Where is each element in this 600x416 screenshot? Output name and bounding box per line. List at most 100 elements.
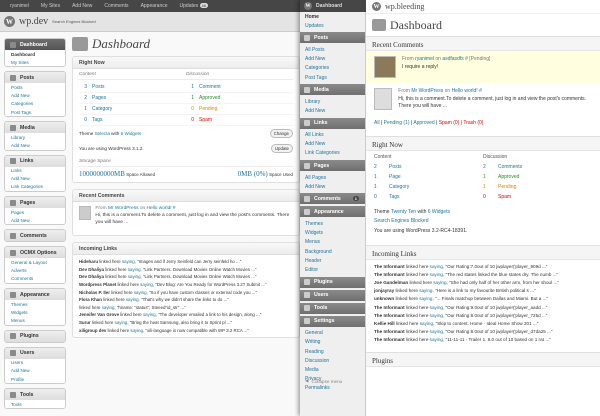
stat-label-link[interactable]: Tags — [92, 117, 103, 123]
menu-updates[interactable]: Updates — [300, 21, 365, 30]
stat-count[interactable]: 2 — [79, 95, 87, 101]
link-author[interactable]: The Informant — [374, 264, 405, 269]
submenu-widgets[interactable]: Widgets — [5, 308, 65, 317]
saying-link[interactable]: saying, — [128, 274, 142, 279]
saying-link[interactable]: saying, — [430, 329, 445, 334]
storage-used-value[interactable]: 0MB (0%) — [238, 170, 268, 178]
menu-appearance[interactable]: Appearance — [300, 206, 365, 218]
link-author[interactable]: Jennifer Van Grove — [79, 312, 119, 317]
stat-count[interactable]: 1 — [186, 95, 194, 101]
link-author[interactable]: The Informant — [374, 337, 405, 342]
stat-label-link[interactable]: Posts — [389, 164, 402, 170]
submenu-dashboard[interactable]: Dashboard — [5, 50, 65, 59]
submenu-general-layout[interactable]: General & Layout — [5, 258, 65, 267]
submenu-tools[interactable]: Tools — [5, 400, 65, 409]
comment-post-link[interactable]: asdfasdfs — [442, 56, 463, 62]
menu-comments[interactable]: Comments 1 — [300, 193, 365, 205]
stat-count[interactable]: 0 — [186, 106, 194, 112]
submenu-widgets[interactable]: Widgets — [300, 229, 365, 238]
search-engines-blocked-link[interactable]: Search Engines Blocked — [374, 218, 428, 224]
submenu-discussion[interactable]: Discussion — [300, 356, 365, 365]
comment-author-link[interactable]: ryanimel — [415, 56, 434, 62]
link-author[interactable]: Dev Dhaliya — [79, 274, 104, 279]
submenu-permalinks[interactable]: Permalinks — [300, 384, 365, 393]
admin-appearance-link[interactable]: Appearance — [141, 3, 168, 9]
stat-label-link[interactable]: Category — [389, 184, 409, 190]
admin-updates-link[interactable]: Updates 46 — [180, 3, 208, 9]
change-theme-button[interactable]: Change — [269, 129, 293, 138]
submenu-menus[interactable]: Menus — [5, 316, 65, 325]
menu-plugins[interactable]: Plugins — [300, 276, 365, 288]
theme-link[interactable]: Twenty Ten — [391, 209, 416, 215]
submenu-posts[interactable]: Posts — [5, 83, 65, 92]
menu-links[interactable]: Links — [5, 155, 65, 167]
stat-label-link[interactable]: Pending — [199, 106, 217, 112]
saying-link[interactable]: saying, — [115, 320, 129, 325]
search-engines-blocked-link[interactable]: Search Engines Blocked — [52, 19, 96, 24]
link-author[interactable]: Kellie Hill — [374, 321, 395, 326]
menu-pages[interactable]: Pages — [300, 160, 365, 172]
menu-dashboard[interactable]: Dashboard — [5, 39, 65, 50]
submenu-add-new[interactable]: Add New — [5, 141, 65, 150]
submenu-add-new[interactable]: Add New — [300, 140, 365, 149]
widget-title[interactable]: Plugins — [366, 352, 600, 367]
submenu-general[interactable]: General — [300, 329, 365, 338]
submenu-add-new[interactable]: Add New — [300, 182, 365, 191]
link-author[interactable]: Nicholas P. Iler — [79, 290, 110, 295]
menu-pages[interactable]: Pages — [5, 197, 65, 209]
submenu-reading[interactable]: Reading — [300, 347, 365, 356]
dashboard-menu-label[interactable]: Dashboard — [316, 3, 342, 9]
saying-link[interactable]: saying, — [430, 305, 445, 310]
link-author[interactable]: Hideharu — [79, 259, 98, 264]
update-button[interactable]: Update — [270, 144, 293, 153]
submenu-add-new[interactable]: Add New — [5, 91, 65, 100]
saying-link[interactable]: saying, — [134, 290, 148, 295]
menu-tools[interactable]: Tools — [5, 389, 65, 401]
submenu-themes[interactable]: Themes — [5, 300, 65, 309]
saying-link[interactable]: saying, — [130, 328, 144, 333]
stat-count[interactable]: 0 — [374, 194, 384, 200]
submenu-add-new[interactable]: Add New — [300, 106, 365, 115]
widget-title[interactable]: Incoming Links — [73, 242, 299, 255]
widgets-link[interactable]: 6 Widgets — [428, 209, 450, 215]
comment-post-link[interactable]: Hello world! — [452, 88, 478, 94]
widget-title[interactable]: Right Now — [73, 57, 299, 69]
stat-count[interactable]: 2 — [483, 164, 493, 170]
stat-count[interactable]: 1 — [483, 184, 493, 190]
menu-posts[interactable]: Posts — [5, 72, 65, 84]
saying-link[interactable]: saying, — [430, 337, 445, 342]
submenu-users[interactable]: Users — [5, 358, 65, 367]
stat-label-link[interactable]: Tags — [389, 194, 400, 200]
menu-links[interactable]: Links — [300, 117, 365, 129]
submenu-media[interactable]: Media — [300, 365, 365, 374]
storage-allowed-value[interactable]: 1000000000MB — [79, 170, 125, 178]
filter-all-link[interactable]: All — [374, 120, 380, 126]
widget-title[interactable]: Recent Comments — [73, 190, 299, 202]
submenu-all-pages[interactable]: All Pages — [300, 173, 365, 182]
stat-count[interactable]: 1 — [374, 184, 384, 190]
stat-label-link[interactable]: Pages — [92, 95, 106, 101]
filter-trash-link[interactable]: Trash (0) — [463, 120, 483, 126]
link-author[interactable]: unknown — [374, 296, 394, 301]
saying-link[interactable]: saying, — [419, 296, 434, 301]
menu-users[interactable]: Users — [5, 347, 65, 359]
link-author[interactable]: xiligroup dev — [79, 328, 106, 333]
admin-comments-link[interactable]: Comments — [104, 3, 128, 9]
comment-author-link[interactable]: Mr WordPress — [108, 206, 139, 211]
submenu-background[interactable]: Background — [300, 247, 365, 256]
submenu-all-posts[interactable]: All Posts — [300, 45, 365, 54]
site-name-link[interactable]: wp.dev — [19, 16, 48, 27]
link-author[interactable]: The Informant — [374, 313, 405, 318]
stat-label-link[interactable]: Page — [389, 174, 401, 180]
menu-media[interactable]: Media — [300, 84, 365, 96]
submenu-add-new[interactable]: Add New — [5, 174, 65, 183]
link-author[interactable]: Flora Khan — [79, 297, 102, 302]
menu-settings[interactable]: Settings — [300, 315, 365, 327]
submenu-links[interactable]: Links — [5, 166, 65, 175]
menu-users[interactable]: Users — [300, 289, 365, 301]
theme-link[interactable]: Selecta — [95, 131, 110, 136]
stat-count[interactable]: 0 — [186, 117, 194, 123]
saying-link[interactable]: saying, — [126, 297, 140, 302]
link-author[interactable]: The Informant — [374, 329, 405, 334]
stat-count[interactable]: 1 — [79, 106, 87, 112]
